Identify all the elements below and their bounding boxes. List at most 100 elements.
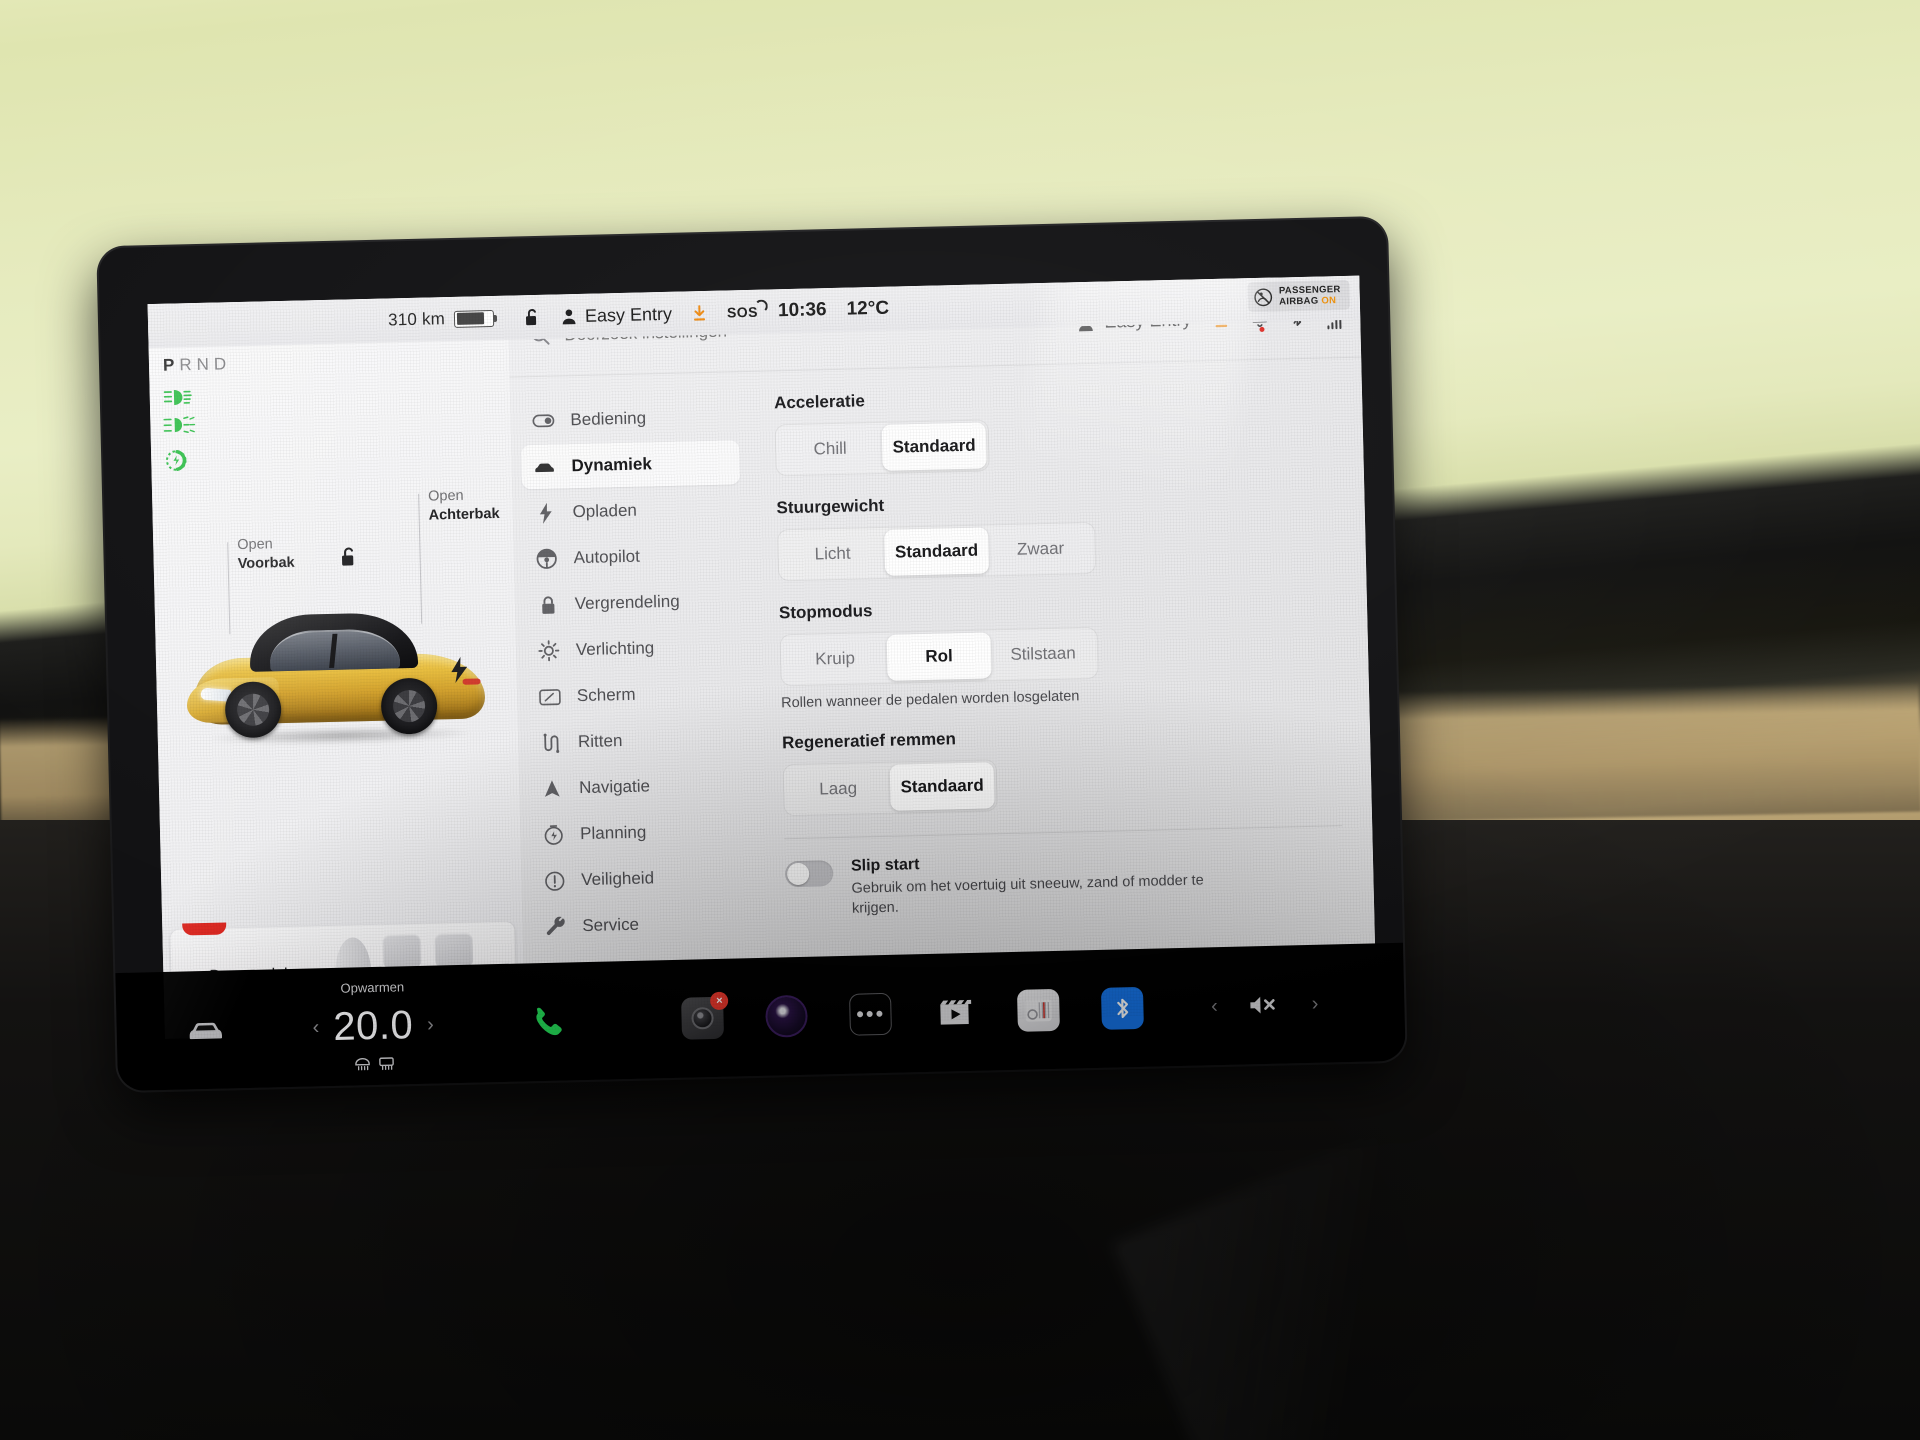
lock-icon — [537, 594, 559, 616]
slip-start-row[interactable]: Slip start Gebruik om het voertuig uit s… — [784, 846, 1344, 920]
media-player-icon[interactable] — [765, 994, 809, 1038]
schedule-icon — [542, 824, 564, 846]
stuurgewicht-segmented-control[interactable]: Licht Standaard Zwaar — [777, 521, 1097, 582]
regen-option-standaard[interactable]: Standaard — [889, 762, 995, 811]
regen-option-laag[interactable]: Laag — [786, 765, 891, 813]
settings-panel: Easy Entry LTE — [507, 275, 1377, 1031]
more-apps-icon[interactable]: ••• — [849, 992, 893, 1036]
stuurgewicht-option-licht[interactable]: Licht — [780, 530, 885, 578]
car-icon — [533, 460, 555, 474]
display-icon — [539, 688, 561, 706]
alert-accent — [182, 922, 227, 936]
sidebar-item-opladen[interactable]: Opladen — [522, 486, 741, 535]
bolt-icon — [534, 502, 556, 524]
sidebar-label: Opladen — [572, 500, 638, 522]
gear-n: N — [196, 354, 215, 375]
stuurgewicht-option-zwaar[interactable]: Zwaar — [988, 525, 1093, 573]
airbag-badge-text: PASSENGER AIRBAG ON — [1279, 284, 1341, 307]
sidebar-item-bediening[interactable]: Bediening — [520, 394, 739, 443]
sidebar-label: Veiligheid — [581, 868, 655, 890]
rear-trunk-control[interactable]: Open Achterbak — [428, 486, 500, 526]
volume-muted-icon[interactable] — [1247, 993, 1282, 1018]
temp-increase-button[interactable]: › — [427, 1013, 434, 1036]
stopmodus-segmented-control[interactable]: Kruip Rol Stilstaan — [779, 626, 1099, 687]
navigation-arrow-icon — [541, 778, 563, 799]
radio-icon[interactable] — [1017, 988, 1061, 1032]
video-player-icon[interactable] — [933, 991, 976, 1034]
pane-divider — [784, 825, 1343, 840]
front-trunk-control[interactable]: Open Voorbak — [237, 535, 295, 574]
safety-icon — [543, 870, 565, 892]
driver-profile-button[interactable]: Easy Entry — [561, 303, 672, 327]
acceleratie-option-standaard[interactable]: Standaard — [881, 422, 987, 471]
setting-group-stopmodus: Stopmodus Kruip Rol Stilstaan Rollen wan… — [779, 590, 1339, 711]
airbag-state: ON — [1321, 295, 1337, 307]
airbag-line2: AIRBAG — [1279, 295, 1319, 308]
dashcam-icon[interactable]: × — [681, 991, 729, 1040]
stopmodus-option-kruip[interactable]: Kruip — [783, 635, 888, 683]
status-bar-left: 310 km — [148, 308, 508, 336]
stuurgewicht-option-standaard[interactable]: Standaard — [884, 527, 990, 576]
defroster-buttons — [354, 1056, 394, 1071]
sidebar-label: Vergrendeling — [574, 591, 680, 614]
outside-temperature: 12°C — [846, 297, 890, 320]
sidebar-item-service[interactable]: Service — [532, 900, 751, 949]
passenger-airbag-badge: PASSENGER AIRBAG ON — [1247, 279, 1351, 313]
sidebar-item-verlichting[interactable]: Verlichting — [525, 624, 744, 673]
dynamiek-settings-pane: Acceleratie Chill Standaard Stuurgewicht… — [745, 358, 1376, 1025]
sidebar-label: Dynamiek — [571, 454, 653, 476]
stopmodus-option-rol[interactable]: Rol — [886, 632, 992, 681]
sidebar-item-autopilot[interactable]: Autopilot — [523, 532, 742, 581]
volume-down-button[interactable]: ‹ — [1211, 995, 1218, 1018]
group-title: Acceleratie — [773, 391, 866, 413]
climate-temperature[interactable]: 20.0 — [333, 1003, 414, 1050]
acceleratie-option-chill[interactable]: Chill — [778, 425, 883, 473]
group-title: Stuurgewicht — [776, 495, 885, 518]
stopmodus-option-stilstaan[interactable]: Stilstaan — [991, 630, 1096, 678]
sidebar-item-veiligheid[interactable]: Veiligheid — [531, 854, 750, 903]
climate-control[interactable]: Opwarmen ‹ 20.0 › — [312, 979, 434, 1070]
sidebar-item-scherm[interactable]: Scherm — [526, 670, 745, 719]
tesla-model-3-render — [186, 586, 486, 747]
toggle-icon — [532, 414, 555, 429]
phone-icon[interactable] — [529, 1005, 564, 1040]
bluetooth-audio-icon[interactable] — [1101, 986, 1145, 1030]
range-readout: 310 km — [387, 309, 446, 330]
sidebar-item-dynamiek[interactable]: Dynamiek — [521, 440, 740, 490]
brightness-icon — [538, 640, 561, 663]
acceleratie-segmented-control[interactable]: Chill Standaard — [774, 419, 990, 477]
volume-up-button[interactable]: › — [1311, 992, 1318, 1015]
software-download-icon[interactable] — [692, 304, 707, 321]
sidebar-label: Ritten — [577, 731, 623, 752]
sidebar-item-ritten[interactable]: Ritten — [528, 716, 747, 765]
temp-decrease-button[interactable]: ‹ — [312, 1016, 319, 1039]
vehicle-front-icon[interactable] — [186, 1018, 225, 1043]
vehicle-unlock-icon[interactable] — [339, 545, 360, 568]
gear-d: D — [213, 354, 232, 374]
app-launcher: × ••• — [681, 986, 1145, 1040]
unlock-icon[interactable] — [524, 307, 541, 327]
group-title: Stopmodus — [778, 601, 873, 623]
sidebar-item-planning[interactable]: Planning — [530, 808, 749, 857]
steering-wheel-icon — [535, 548, 558, 571]
sidebar-item-vergrendeling[interactable]: Vergrendeling — [524, 578, 743, 627]
gear-indicator: PRND — [163, 354, 232, 376]
low-beam-icon — [163, 387, 193, 408]
slip-start-text: Slip start Gebruik om het voertuig uit s… — [851, 849, 1222, 919]
defrost-front-icon[interactable] — [354, 1057, 370, 1071]
climate-caption: Opwarmen — [340, 978, 405, 996]
settings-nav: Bediening Dynamiek Opladen Autopilot Ver… — [509, 372, 760, 1030]
stopmodus-hint: Rollen wanneer de pedalen worden losgela… — [780, 688, 1080, 712]
sos-button[interactable]: SOS — [727, 304, 758, 321]
sidebar-label: Navigatie — [578, 776, 651, 798]
regeneratief-remmen-segmented-control[interactable]: Laag Standaard — [782, 759, 998, 817]
defrost-rear-icon[interactable] — [378, 1056, 394, 1070]
sidebar-label: Bediening — [570, 408, 647, 430]
vehicle-graphic: Open Voorbak Open Achterbak — [151, 446, 519, 814]
tesla-touchscreen: 310 km Easy Entry SOS 10:36 12°C PASSENG… — [147, 275, 1377, 1039]
seat-front-left — [382, 933, 422, 969]
sidebar-item-navigatie[interactable]: Navigatie — [529, 762, 748, 811]
profile-name: Easy Entry — [584, 303, 673, 326]
slip-start-toggle[interactable] — [784, 860, 834, 888]
wrench-icon — [544, 916, 566, 938]
